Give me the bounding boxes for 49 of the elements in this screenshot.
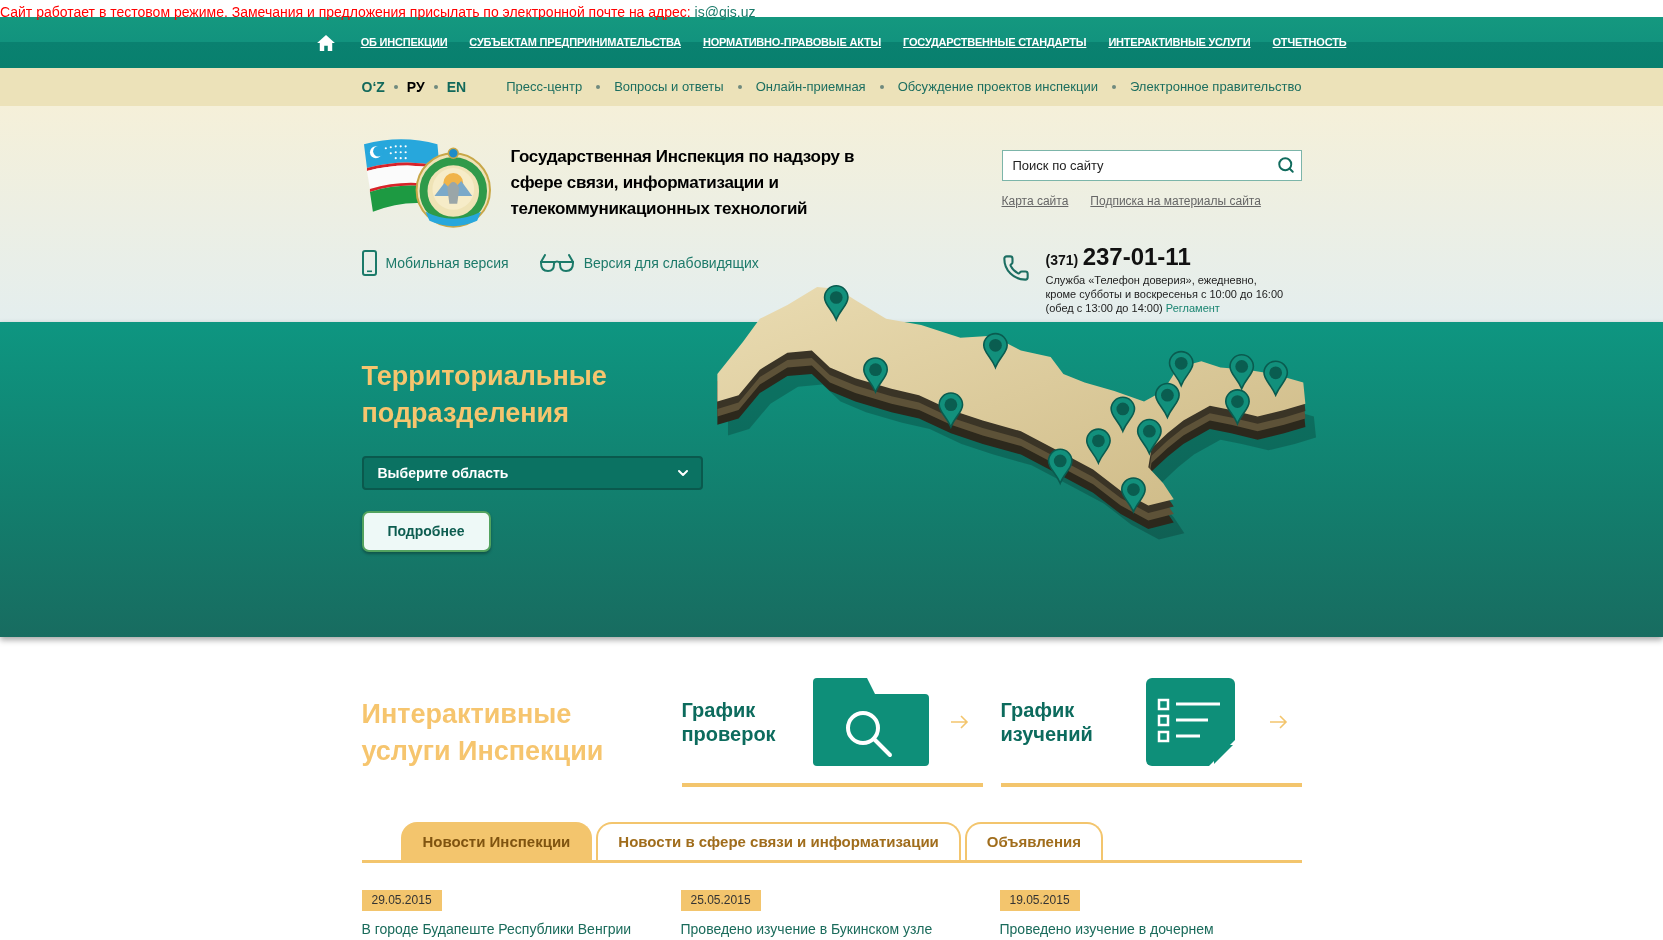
home-icon[interactable] (316, 34, 335, 51)
nav-link[interactable]: ГОСУДАРСТВЕННЫЕ СТАНДАРТЫ (903, 34, 1087, 51)
top-link[interactable]: Онлайн-приемная (755, 77, 866, 97)
phone-number: (371) 237-01-11 (1045, 244, 1192, 272)
regulations-link[interactable]: Регламент (1165, 302, 1220, 314)
site-link[interactable]: Карта сайта (1001, 192, 1069, 210)
date-badge: 29.05.2015 (361, 890, 442, 911)
search-icon[interactable] (1276, 156, 1295, 174)
email-link[interactable]: is@gis.uz (694, 4, 756, 20)
news-link[interactable]: Проведено изучение в Букинском узле (680, 921, 933, 937)
service-link[interactable]: График проверок (681, 678, 983, 787)
region-select[interactable]: Выберите область (361, 456, 703, 490)
mobile-version-link[interactable]: Мобильная версия (361, 250, 509, 276)
section-heading: Территориальные подразделения (361, 360, 608, 430)
language-link[interactable]: EN (446, 76, 467, 98)
checklist-document-icon (1145, 678, 1235, 766)
nav-link[interactable]: ОТЧЕТНОСТЬ (1272, 34, 1347, 51)
top-link[interactable]: Обсуждение проектов инспекции (897, 77, 1098, 97)
arrow-right-icon (1269, 715, 1288, 729)
top-link[interactable]: Электронное правительство (1129, 77, 1302, 97)
top-link[interactable]: Вопросы и ответы (614, 77, 724, 97)
nav-link[interactable]: НОРМАТИВНО-ПРАВОВЫЕ АКТЫ (702, 34, 882, 51)
news-tab[interactable]: Объявления (964, 822, 1103, 860)
news-link[interactable]: В городе Будапеште Республики Венгрии (361, 921, 632, 937)
folder-search-icon (813, 678, 929, 766)
smartphone-icon (361, 250, 377, 276)
search-field[interactable]: Поиск по сайту (1001, 150, 1302, 181)
organization-title: Государственная Инспекция по надзору в сфере связи, информатизации и телекоммуникационных технологий (510, 146, 855, 220)
arrow-right-icon (950, 715, 969, 729)
phone-icon (1001, 254, 1030, 282)
news-link[interactable]: Проведено изучение в дочернем (999, 921, 1214, 937)
nav-link[interactable]: ИНТЕРАКТИВНЫЕ УСЛУГИ (1108, 34, 1251, 51)
nav-link[interactable]: СУБЪЕКТАМ ПРЕДПРИНИМАТЕЛЬСТВА (469, 34, 681, 51)
hotline-hours-text: Служба «Телефон доверия», ежедневно, кроме субботы и воскресенья с 10:00 до 16:00 (обед с 13:00 до 14:00) Регламент (1045, 273, 1284, 315)
details-button[interactable]: Подробнее (361, 511, 491, 552)
site-link[interactable]: Подписка на материалы сайта (1090, 192, 1261, 210)
language-link[interactable]: РУ (406, 76, 425, 98)
language-link[interactable]: O‘Z (361, 76, 385, 98)
service-link[interactable]: График изучений (1000, 678, 1302, 787)
news-tab[interactable]: Новости Инспекции (400, 822, 593, 860)
nav-link[interactable]: ОБ ИНСПЕКЦИИ (360, 34, 448, 51)
low-vision-version-link[interactable]: Версия для слабовидящих (538, 252, 759, 274)
section-heading: Интерактивные услуги Инспекции (361, 698, 605, 768)
glasses-icon (538, 254, 575, 272)
date-badge: 25.05.2015 (680, 890, 761, 911)
top-link[interactable]: Пресс-центр (506, 77, 583, 97)
date-badge: 19.05.2015 (999, 890, 1080, 911)
test-mode-notice: Сайт работает в тестовом режиме. Замечания и предложения присылать по электронной почте на адрес: is@gis.uz (0, 4, 756, 21)
news-tab[interactable]: Новости в сфере связи и информатизации (596, 822, 961, 860)
